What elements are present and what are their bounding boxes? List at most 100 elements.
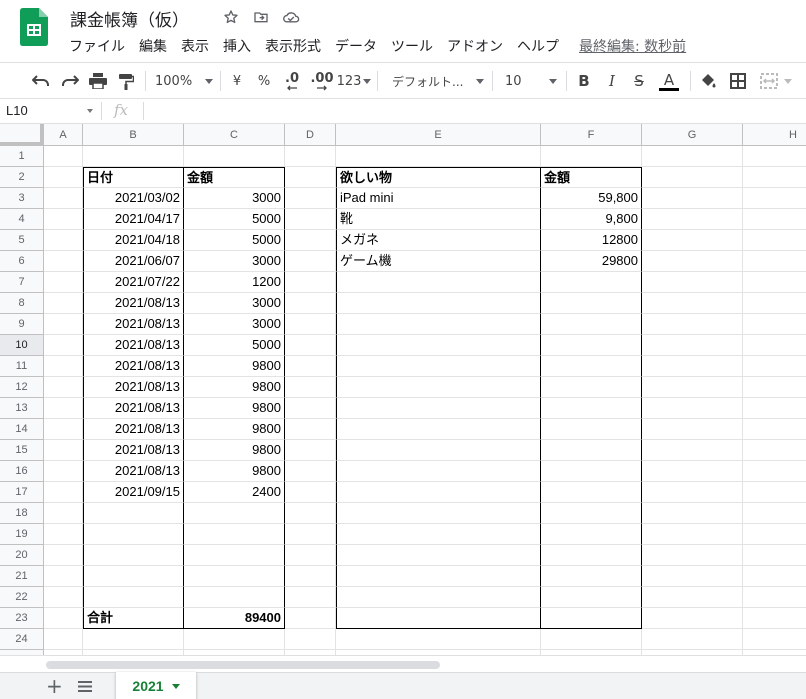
cell[interactable] xyxy=(285,608,336,629)
menu-format[interactable]: 表示形式 xyxy=(265,36,321,56)
undo-icon[interactable] xyxy=(30,69,52,93)
move-folder-icon[interactable] xyxy=(252,8,270,26)
table2-item-cell[interactable]: 靴 xyxy=(336,209,541,230)
cell[interactable] xyxy=(743,419,806,440)
cell[interactable] xyxy=(285,188,336,209)
table2-item-cell[interactable] xyxy=(336,272,541,293)
cell[interactable] xyxy=(642,440,743,461)
table2-amount-cell[interactable] xyxy=(541,419,642,440)
table2-amount-cell[interactable] xyxy=(541,398,642,419)
table2-item-cell[interactable] xyxy=(336,587,541,608)
table2-item-cell[interactable] xyxy=(336,377,541,398)
column-header-e[interactable]: E xyxy=(336,124,541,146)
table1-date-cell[interactable]: 2021/06/07 xyxy=(83,251,184,272)
cell[interactable] xyxy=(642,146,743,167)
cell[interactable] xyxy=(642,335,743,356)
row-header-9[interactable]: 9 xyxy=(0,314,44,335)
cell[interactable] xyxy=(642,608,743,629)
table1-amount-cell[interactable]: 3000 xyxy=(184,293,285,314)
table2-amount-cell[interactable] xyxy=(541,587,642,608)
sheets-logo-icon[interactable] xyxy=(20,8,48,46)
table2-item-cell[interactable]: ゲーム機 xyxy=(336,251,541,272)
table2-item-cell[interactable] xyxy=(336,314,541,335)
cell[interactable] xyxy=(44,419,83,440)
table1-amount-cell[interactable]: 5000 xyxy=(184,230,285,251)
cell[interactable] xyxy=(184,629,285,650)
cell[interactable] xyxy=(642,188,743,209)
row-header-12[interactable]: 12 xyxy=(0,377,44,398)
table2-amount-cell[interactable] xyxy=(541,293,642,314)
row-header-3[interactable]: 3 xyxy=(0,188,44,209)
merge-cells-icon[interactable] xyxy=(757,69,795,93)
row-header-16[interactable]: 16 xyxy=(0,461,44,482)
cell[interactable] xyxy=(743,440,806,461)
row-header-15[interactable]: 15 xyxy=(0,440,44,461)
table2-item-cell[interactable] xyxy=(336,524,541,545)
row-header-19[interactable]: 19 xyxy=(0,524,44,545)
menu-file[interactable]: ファイル xyxy=(69,36,125,56)
cell[interactable] xyxy=(743,209,806,230)
redo-icon[interactable] xyxy=(59,69,81,93)
table2-item-cell[interactable]: メガネ xyxy=(336,230,541,251)
table2-amount-cell[interactable]: 12800 xyxy=(541,230,642,251)
row-header-17[interactable]: 17 xyxy=(0,482,44,503)
menu-tools[interactable]: ツール xyxy=(391,36,433,56)
cell[interactable] xyxy=(44,482,83,503)
cell[interactable] xyxy=(44,251,83,272)
decrease-decimal-button[interactable]: .0 xyxy=(280,69,304,93)
cell[interactable] xyxy=(285,503,336,524)
cell[interactable] xyxy=(743,230,806,251)
cell[interactable] xyxy=(44,398,83,419)
last-edit-link[interactable]: 最終編集: 数秒前 xyxy=(579,36,686,56)
table1-date-cell[interactable]: 2021/08/13 xyxy=(83,293,184,314)
row-header-8[interactable]: 8 xyxy=(0,293,44,314)
table1-amount-cell[interactable]: 3000 xyxy=(184,188,285,209)
cell[interactable] xyxy=(743,293,806,314)
column-header-a[interactable]: A xyxy=(44,124,83,146)
row-header-5[interactable]: 5 xyxy=(0,230,44,251)
table1-amount-cell[interactable]: 5000 xyxy=(184,209,285,230)
cell[interactable] xyxy=(44,545,83,566)
table2-amount-cell[interactable]: 29800 xyxy=(541,251,642,272)
table1-date-cell[interactable]: 2021/08/13 xyxy=(83,335,184,356)
cell[interactable] xyxy=(642,545,743,566)
cell[interactable] xyxy=(44,440,83,461)
table1-amount-cell[interactable]: 9800 xyxy=(184,461,285,482)
table2-item-cell[interactable] xyxy=(336,335,541,356)
row-header-10[interactable]: 10 xyxy=(0,335,44,356)
table1-amount-cell[interactable] xyxy=(184,503,285,524)
cell[interactable] xyxy=(44,314,83,335)
cell[interactable] xyxy=(743,587,806,608)
cell[interactable] xyxy=(184,146,285,167)
row-header-23[interactable]: 23 xyxy=(0,608,44,629)
row-header-13[interactable]: 13 xyxy=(0,398,44,419)
table2-amount-cell[interactable] xyxy=(541,482,642,503)
cell[interactable] xyxy=(642,230,743,251)
bold-button[interactable]: B xyxy=(575,69,593,93)
cell[interactable] xyxy=(642,272,743,293)
cell[interactable] xyxy=(285,545,336,566)
add-sheet-icon[interactable]: + xyxy=(46,676,63,696)
row-header-4[interactable]: 4 xyxy=(0,209,44,230)
cell[interactable] xyxy=(285,461,336,482)
cell[interactable] xyxy=(285,419,336,440)
cell[interactable] xyxy=(642,377,743,398)
table2-amount-cell[interactable] xyxy=(541,608,642,629)
cell[interactable] xyxy=(285,272,336,293)
row-header-14[interactable]: 14 xyxy=(0,419,44,440)
cell[interactable] xyxy=(642,587,743,608)
cell[interactable] xyxy=(44,356,83,377)
table2-amount-cell[interactable] xyxy=(541,503,642,524)
table2-item-cell[interactable]: iPad mini xyxy=(336,188,541,209)
cloud-status-icon[interactable] xyxy=(282,8,300,26)
cell[interactable] xyxy=(44,587,83,608)
cell[interactable] xyxy=(642,167,743,188)
zoom-select[interactable]: 100% xyxy=(155,69,213,93)
table1-date-cell[interactable]: 2021/08/13 xyxy=(83,356,184,377)
cell[interactable] xyxy=(285,230,336,251)
table1-amount-cell[interactable] xyxy=(184,566,285,587)
borders-icon[interactable] xyxy=(727,69,749,93)
cell[interactable] xyxy=(285,587,336,608)
row-header-24[interactable]: 24 xyxy=(0,629,44,650)
cell[interactable] xyxy=(743,251,806,272)
